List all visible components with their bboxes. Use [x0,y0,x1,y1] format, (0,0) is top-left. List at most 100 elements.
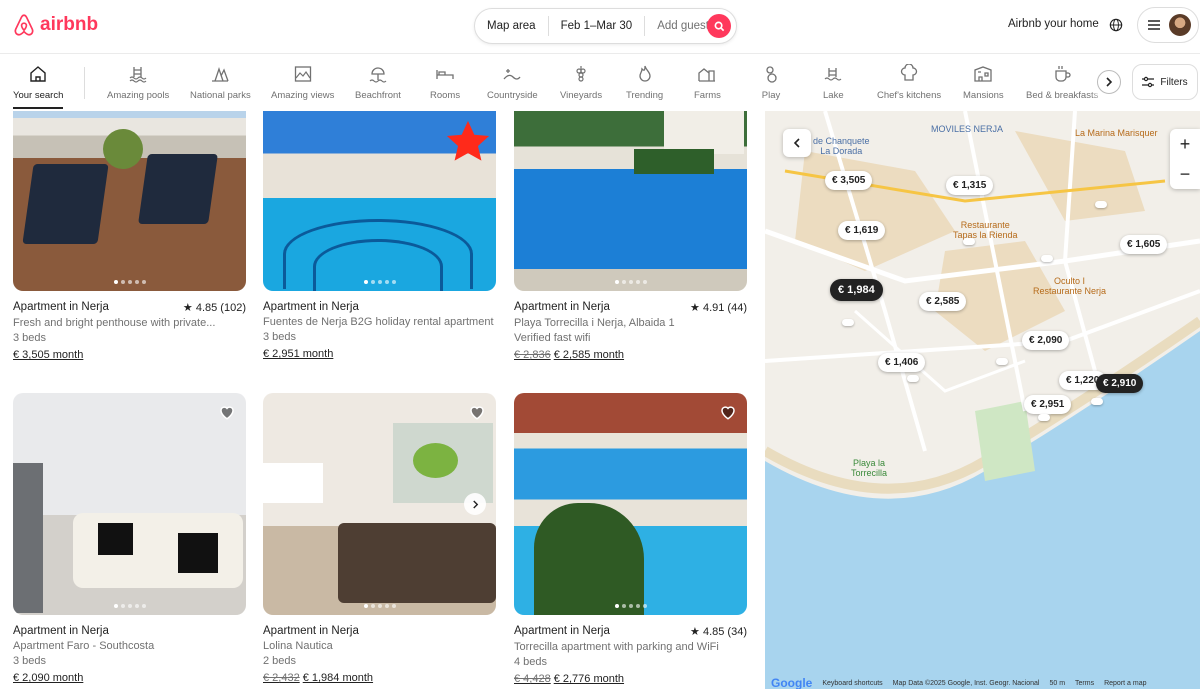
category-bed-breakfasts[interactable]: Bed & breakfasts [1026,64,1098,101]
map-panel[interactable]: + − de Chanquete La Dorada MOVILES NERJA… [765,111,1200,689]
listing-photo[interactable] [514,393,747,615]
map-price-pin[interactable]: € 1,315 [946,176,994,195]
listing-card[interactable]: Apartment in Nerja Apartment Faro - Sout… [13,393,246,684]
listing-title: Apartment in Nerja [514,301,610,313]
zoom-out-button[interactable]: − [1170,159,1200,189]
terms-link[interactable]: Terms [1075,680,1094,687]
category-farms[interactable]: Farms [694,64,721,101]
search-location[interactable]: Map area [475,20,548,32]
map-price-pin[interactable]: € 2,910 [1096,374,1144,393]
play-icon [766,66,777,83]
map-price-pin[interactable]: € 1,605 [1120,235,1168,254]
category-next-button[interactable] [1097,70,1121,94]
listing-card[interactable]: Apartment in Nerja Fuentes de Nerja B2G … [263,111,496,360]
user-menu-button[interactable] [1137,7,1199,43]
category-mansions[interactable]: Mansions [963,64,1004,101]
zoom-in-button[interactable]: + [1170,129,1200,159]
category-label: Amazing pools [107,90,170,101]
beach-icon [369,67,387,83]
category-play[interactable]: Play [761,64,781,101]
search-button[interactable] [707,14,731,38]
listing-card[interactable]: Apartment in Nerja Lolina Nautica 2 beds… [263,393,496,684]
search-bar[interactable]: Map area Feb 1–Mar 30 Add guests [474,8,737,44]
map-price-pin[interactable]: € 1,984 [830,279,883,301]
category-countryside[interactable]: Countryside [487,64,538,101]
listing-photo[interactable] [13,111,246,291]
map-dot-pin[interactable] [963,238,975,245]
category-label: Countryside [487,90,538,101]
map-dot-pin[interactable] [1095,201,1107,208]
fridge-shape [13,463,43,613]
category-trending[interactable]: Trending [626,64,663,101]
listing-beds: 3 beds [13,332,47,344]
map-price-pin[interactable]: € 2,090 [1022,331,1070,350]
google-logo: Google [771,676,813,689]
airbnb-logo[interactable]: airbnb [12,12,98,38]
logo-text: airbnb [40,14,99,35]
mansion-icon [974,66,992,82]
map-dot-pin[interactable] [1041,255,1053,262]
poi-label: MOVILES NERJA [931,124,1004,134]
listing-card[interactable]: Apartment in Nerja ★ 4.85 (102) Fresh an… [13,111,246,361]
map-price-pin[interactable]: € 2,585 [919,292,967,311]
category-amazing-views[interactable]: Amazing views [271,64,334,101]
map-dot-pin[interactable] [1038,414,1050,421]
category-amazing-pools[interactable]: Amazing pools [107,64,169,101]
globe-icon[interactable] [1109,18,1123,32]
listings-grid: Apartment in Nerja ★ 4.85 (102) Fresh an… [0,111,765,689]
listing-beds: 4 beds [514,656,548,668]
category-label: Chef's kitchens [877,90,942,101]
report-map-link[interactable]: Report a map [1104,680,1146,687]
map-dot-pin[interactable] [907,375,919,382]
category-your-search[interactable]: Your search [13,64,63,109]
map-price-pin[interactable]: € 2,951 [1024,395,1072,414]
map-price-pin[interactable]: € 3,505 [825,171,873,190]
search-dates[interactable]: Feb 1–Mar 30 [549,20,645,32]
listing-description: Playa Torrecilla i Nerja, Albaida 1 [514,317,675,329]
photo-dots [113,280,146,284]
airbnb-your-home-link[interactable]: Airbnb your home [1008,18,1099,30]
hedge-shape [634,149,714,174]
listing-price[interactable]: € 2,836 € 2,585 month [514,349,747,361]
listing-rating: ★ 4.91 (44) [690,302,747,314]
heart-icon[interactable] [218,403,236,421]
heart-icon[interactable] [468,403,486,421]
map-collapse-button[interactable] [783,129,811,157]
category-beachfront[interactable]: Beachfront [355,64,401,101]
photo-next-button[interactable] [464,493,486,515]
category-vineyards[interactable]: Vineyards [560,64,602,101]
listing-beds: 3 beds [13,655,47,667]
listing-price[interactable]: € 4,428 € 2,776 month [514,673,747,685]
category-rooms[interactable]: Rooms [430,64,460,101]
filters-button[interactable]: Filters [1132,64,1198,100]
category-label: Beachfront [355,90,401,101]
keyboard-shortcuts-link[interactable]: Keyboard shortcuts [822,680,882,687]
map-price-pin[interactable]: € 1,406 [878,353,926,372]
category-national-parks[interactable]: National parks [190,64,251,101]
poi-label: Oculto I Restaurante Nerja [1033,276,1107,296]
map-canvas [765,111,1200,689]
category-chefs-kitchens[interactable]: Chef's kitchens [877,64,941,101]
house-icon [30,66,46,82]
listing-price[interactable]: € 3,505 month [13,349,246,361]
map-footer: Google Keyboard shortcuts Map Data ©2025… [765,676,1200,689]
map-dot-pin[interactable] [996,358,1008,365]
map-dot-pin[interactable] [842,319,854,326]
listing-price[interactable]: € 2,432 € 1,984 month [263,672,496,684]
listing-photo[interactable] [13,393,246,615]
map-dot-pin[interactable] [1091,398,1103,405]
listing-description: Fuentes de Nerja B2G holiday rental apar… [263,316,494,328]
listing-price[interactable]: € 2,090 month [13,672,246,684]
listing-photo[interactable] [514,111,747,291]
heart-icon[interactable] [719,403,737,421]
listing-description: Torrecilla apartment with parking and Wi… [514,641,719,653]
map-price-pin[interactable]: € 1,619 [838,221,886,240]
listing-photo[interactable] [263,111,496,291]
listing-price[interactable]: € 2,951 month [263,348,496,360]
category-lake[interactable]: Lake [823,64,844,101]
listing-card[interactable]: Apartment in Nerja ★ 4.85 (34) Torrecill… [514,393,747,685]
chef-hat-icon [900,64,918,81]
view-icon [294,66,311,82]
listing-photo[interactable] [263,393,496,615]
listing-card[interactable]: Apartment in Nerja ★ 4.91 (44) Playa Tor… [514,111,747,361]
